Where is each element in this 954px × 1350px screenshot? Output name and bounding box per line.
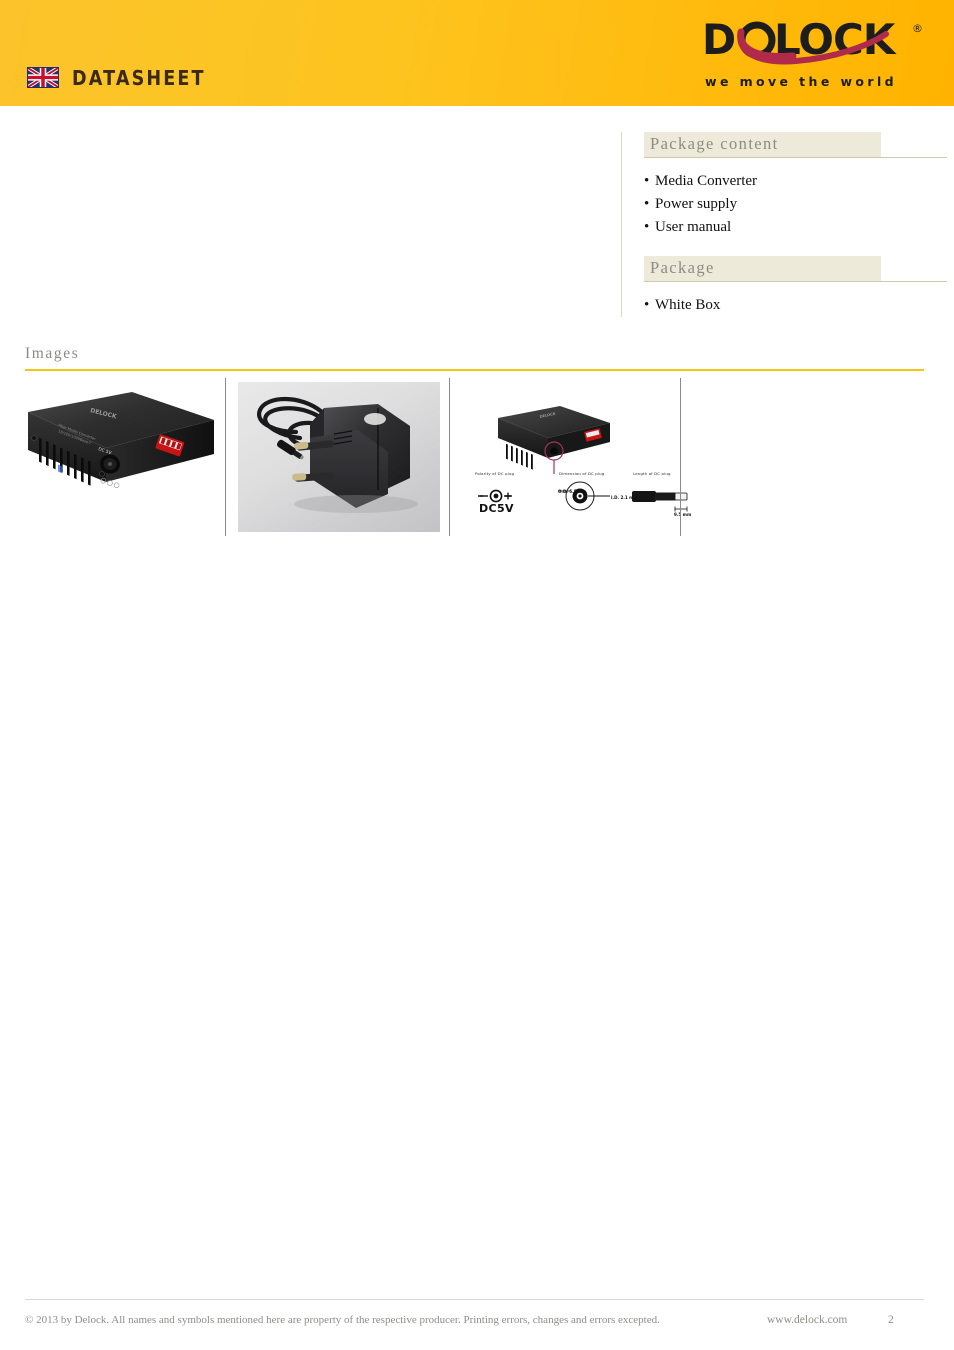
- power-supply-photo[interactable]: [238, 378, 440, 536]
- package-title: Package: [650, 258, 715, 278]
- length-label: Length of DC plug: [633, 471, 671, 476]
- images-section-heading: Images: [25, 345, 924, 367]
- footer-page-number: 2: [888, 1314, 894, 1326]
- plug-length-label: 9.5 mm: [674, 512, 692, 517]
- gallery-divider-1: [225, 378, 226, 536]
- outer-diameter-label: O.D. 5.5 mm: [558, 489, 587, 494]
- footer-website-url[interactable]: www.delock.com: [767, 1314, 847, 1326]
- uk-flag-icon: [27, 67, 59, 88]
- datasheet-label: DATASHEET: [72, 66, 206, 90]
- delock-logo: D LOCK ® we move the world: [700, 16, 932, 92]
- image-gallery: DELOCK Fiber Media Converter 10/100/1000…: [14, 378, 694, 536]
- footer-divider: [25, 1299, 924, 1300]
- gallery-divider-3: [680, 378, 681, 536]
- inner-diameter-label: I.D. 2.1 mm: [611, 495, 638, 500]
- list-item: Power supply: [644, 193, 931, 216]
- logo-tagline: we move the world: [705, 74, 898, 89]
- gallery-divider-2: [449, 378, 450, 536]
- media-converter-photo[interactable]: DELOCK Fiber Media Converter 10/100/1000…: [14, 378, 216, 536]
- dc-plug-diagram[interactable]: DELOCK Polarity of DC plug DC5V Dimensio…: [462, 378, 694, 536]
- section-header-package: Package: [644, 256, 947, 283]
- dimension-label: Dimension of DC plug: [559, 471, 605, 476]
- datasheet-page: DATASHEET D LOCK ® we move the world Pac…: [0, 0, 954, 1350]
- page-header: DATASHEET D LOCK ® we move the world: [0, 0, 954, 106]
- polarity-label: Polarity of DC plug: [475, 471, 515, 476]
- package-content-title: Package content: [650, 134, 779, 153]
- svg-text:D: D: [702, 16, 735, 64]
- panel-spacer: [644, 238, 931, 256]
- package-content-list: Media Converter Power supply User manual: [644, 170, 931, 238]
- list-item: Media Converter: [644, 170, 931, 193]
- section-header-package-content: Package content: [644, 132, 947, 158]
- images-heading-rule: [25, 369, 924, 371]
- svg-text:®: ®: [912, 22, 923, 35]
- footer-copyright: © 2013 by Delock. All names and symbols …: [25, 1314, 660, 1326]
- voltage-label: DC5V: [479, 502, 514, 515]
- images-title: Images: [25, 345, 80, 362]
- package-list: White Box: [644, 294, 931, 317]
- package-info-panel: Package content Media Converter Power su…: [621, 132, 947, 318]
- list-item: User manual: [644, 216, 931, 239]
- list-item: White Box: [644, 294, 931, 317]
